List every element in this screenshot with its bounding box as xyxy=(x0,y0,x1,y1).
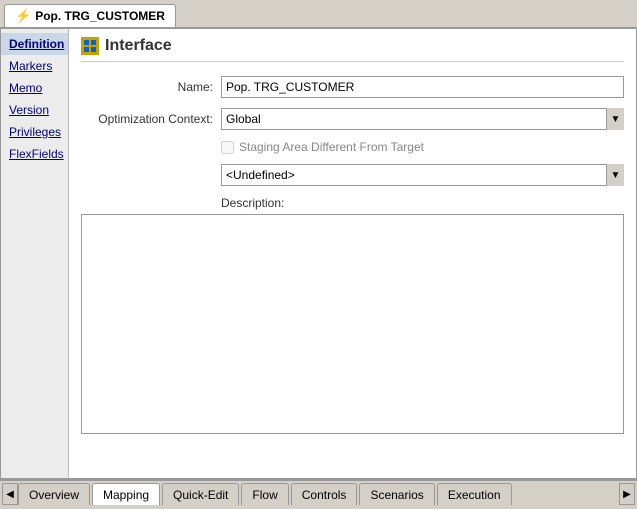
sidebar-item-markers[interactable]: Markers xyxy=(1,55,68,77)
optimization-select[interactable]: Global xyxy=(221,108,624,130)
top-tab-pop-trg-customer[interactable]: ⚡ Pop. TRG_CUSTOMER xyxy=(4,4,176,27)
tab-controls[interactable]: Controls xyxy=(291,483,358,505)
description-label: Description: xyxy=(81,196,624,210)
sidebar-item-flexfields[interactable]: FlexFields xyxy=(1,143,68,165)
undefined-select[interactable]: <Undefined> xyxy=(221,164,624,186)
tab-flow[interactable]: Flow xyxy=(241,483,288,505)
bottom-tab-bar: ◀ Overview Mapping Quick-Edit Flow Contr… xyxy=(0,479,637,507)
name-label: Name: xyxy=(81,80,221,94)
sidebar-item-version[interactable]: Version xyxy=(1,99,68,121)
optimization-select-wrapper: Global ▼ xyxy=(221,108,624,130)
undefined-select-wrapper: <Undefined> ▼ xyxy=(221,164,624,186)
scroll-right-btn[interactable]: ▶ xyxy=(619,483,635,505)
tab-scenarios[interactable]: Scenarios xyxy=(359,483,434,505)
name-row: Name: xyxy=(81,76,624,98)
bottom-right-controls: ▶ xyxy=(619,483,635,505)
sidebar-item-privileges[interactable]: Privileges xyxy=(1,121,68,143)
optimization-label: Optimization Context: xyxy=(81,112,221,126)
staging-checkbox[interactable] xyxy=(221,141,234,154)
content-area: Interface Name: Optimization Context: Gl… xyxy=(69,29,636,478)
section-header: Interface xyxy=(81,37,624,62)
sidebar-item-definition[interactable]: Definition xyxy=(1,33,68,55)
header-icon xyxy=(81,37,99,55)
scroll-left-btn[interactable]: ◀ xyxy=(2,483,18,505)
sidebar-item-memo[interactable]: Memo xyxy=(1,77,68,99)
name-input[interactable] xyxy=(221,76,624,98)
tab-icon: ⚡ xyxy=(15,8,31,24)
tab-quick-edit[interactable]: Quick-Edit xyxy=(162,483,239,505)
staging-label: Staging Area Different From Target xyxy=(239,140,424,154)
staging-row: Staging Area Different From Target xyxy=(81,140,624,154)
tab-overview[interactable]: Overview xyxy=(18,483,90,505)
optimization-row: Optimization Context: Global ▼ xyxy=(81,108,624,130)
sidebar: Definition Markers Memo Version Privileg… xyxy=(1,29,69,478)
tab-mapping[interactable]: Mapping xyxy=(92,483,160,505)
top-tab-label: Pop. TRG_CUSTOMER xyxy=(35,9,165,23)
undefined-row: <Undefined> ▼ xyxy=(81,164,624,186)
description-textarea[interactable] xyxy=(81,214,624,434)
tab-execution[interactable]: Execution xyxy=(437,483,512,505)
section-title: Interface xyxy=(105,37,172,55)
